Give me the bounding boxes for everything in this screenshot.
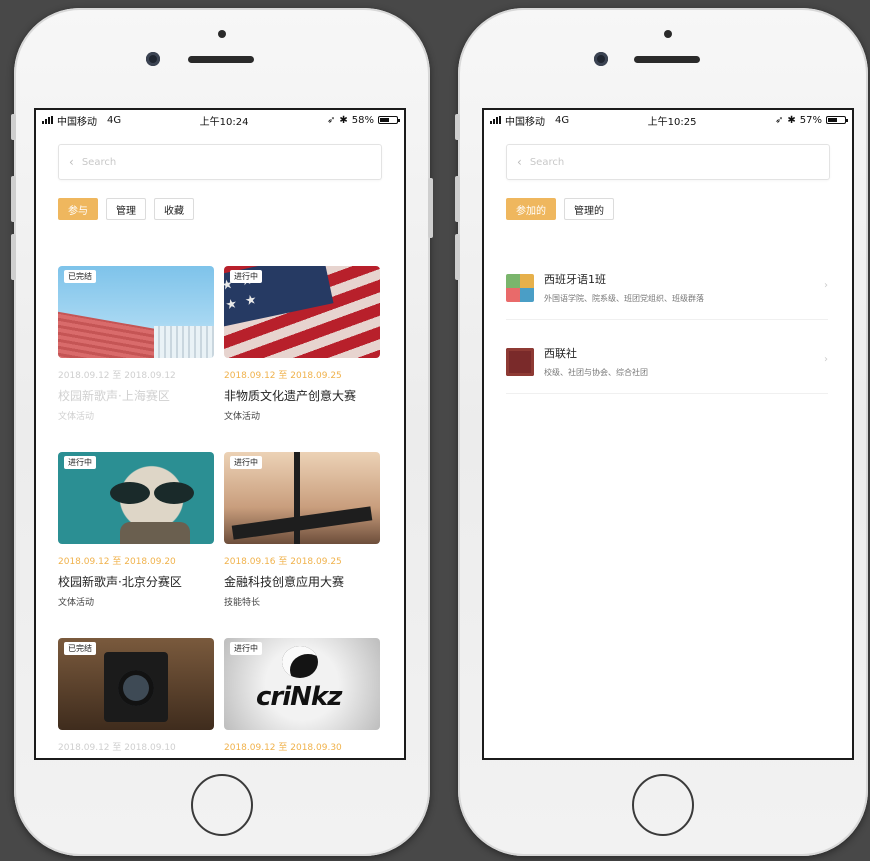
proximity-sensor [218, 30, 226, 38]
activity-category: 文体活动 [224, 412, 261, 422]
activity-image: 已完结 [58, 266, 214, 358]
activity-title: 非物质文化遗产创意大赛 [224, 389, 357, 403]
activity-dates: 2018.09.12 至 2018.09.10 [58, 743, 176, 753]
location-arrow-icon: ➶ [326, 114, 336, 126]
activity-card[interactable]: 已完结 2018.09.12 至 2018.09.10 [58, 638, 214, 758]
tab-bar: 参加的 管理的 [506, 198, 852, 220]
power-button [428, 178, 433, 238]
list-item[interactable]: 西班牙语1班 外国语学院、院系级、班团党组织、班级群落 › [506, 254, 828, 320]
tab-joined[interactable]: 参加的 [506, 198, 556, 220]
bluetooth-icon: ✱ [339, 114, 348, 126]
activity-card[interactable]: 已完结 2018.09.12 至 2018.09.12 校园新歌声·上海赛区 文… [58, 266, 214, 438]
activity-category: 技能特长 [224, 598, 261, 608]
chevron-right-icon: › [824, 354, 828, 365]
avatar [506, 347, 534, 376]
image-wordmark: criNkz [256, 682, 342, 712]
battery-icon [378, 116, 400, 124]
front-camera [146, 52, 160, 66]
activity-title: 金融科技创意应用大赛 [224, 575, 345, 589]
status-badge: 已完结 [64, 270, 96, 283]
activity-image: 进行中 [224, 266, 380, 358]
screen: 中国移动 4G 上午10:25 ➶ ✱ 57% ‹ 参加的 管理的 西班牙语1 [482, 108, 854, 760]
earpiece-speaker [188, 56, 254, 63]
mute-switch [11, 114, 16, 140]
network-label: 4G [555, 114, 570, 126]
signal-icon [42, 116, 53, 124]
activity-image: 进行中 [224, 452, 380, 544]
group-list: 西班牙语1班 外国语学院、院系级、班团党组织、班级群落 › 西联社 校级、社团与… [506, 254, 828, 394]
status-badge: 进行中 [230, 270, 262, 283]
activity-image: 进行中 criNkz [224, 638, 380, 730]
mute-switch [455, 114, 460, 140]
tab-managed[interactable]: 管理的 [564, 198, 614, 220]
group-name: 西班牙语1班 [544, 273, 606, 286]
activity-dates: 2018.09.12 至 2018.09.12 [58, 371, 176, 381]
search-bar[interactable]: ‹ [506, 144, 830, 180]
status-bar: 中国移动 4G 上午10:24 ➶ ✱ 58% [36, 110, 404, 130]
activity-title: 校园新歌声·北京分赛区 [58, 575, 182, 589]
activity-dates: 2018.09.16 至 2018.09.25 [224, 557, 342, 567]
activity-category: 文体活动 [58, 598, 95, 608]
home-button[interactable] [191, 774, 253, 836]
battery-percent: 58% [351, 114, 374, 126]
group-tags: 外国语学院、院系级、班团党组织、班级群落 [544, 294, 704, 303]
activity-dates: 2018.09.12 至 2018.09.25 [224, 371, 342, 381]
activity-dates: 2018.09.12 至 2018.09.20 [58, 557, 176, 567]
signal-icon [490, 116, 501, 124]
volume-down-button [11, 234, 16, 280]
volume-down-button [455, 234, 460, 280]
network-label: 4G [107, 114, 122, 126]
activity-title: 校园新歌声·上海赛区 [58, 389, 170, 403]
tab-manage[interactable]: 管理 [106, 198, 146, 220]
tab-participate[interactable]: 参与 [58, 198, 98, 220]
chevron-right-icon: › [824, 280, 828, 291]
activity-image: 已完结 [58, 638, 214, 730]
tab-bar: 参与 管理 收藏 [58, 198, 404, 220]
volume-up-button [455, 176, 460, 222]
activity-card[interactable]: 进行中 2018.09.12 至 2018.09.20 校园新歌声·北京分赛区 … [58, 452, 214, 624]
battery-percent: 57% [799, 114, 822, 126]
chevron-left-icon[interactable]: ‹ [69, 155, 74, 169]
search-input[interactable] [529, 156, 770, 168]
tab-favorites[interactable]: 收藏 [154, 198, 194, 220]
home-button[interactable] [632, 774, 694, 836]
location-arrow-icon: ➶ [774, 114, 784, 126]
front-camera [594, 52, 608, 66]
activity-dates: 2018.09.12 至 2018.09.30 [224, 743, 342, 753]
volume-up-button [11, 176, 16, 222]
search-input[interactable] [81, 156, 322, 168]
status-badge: 进行中 [230, 642, 262, 655]
activity-image: 进行中 [58, 452, 214, 544]
group-tags: 校级、社团与协会、综合社团 [544, 368, 648, 377]
phone-left: 中国移动 4G 上午10:24 ➶ ✱ 58% ‹ 参与 管理 收藏 已完结 [11, 8, 433, 856]
screen: 中国移动 4G 上午10:24 ➶ ✱ 58% ‹ 参与 管理 收藏 已完结 [34, 108, 406, 760]
proximity-sensor [664, 30, 672, 38]
list-item[interactable]: 西联社 校级、社团与协会、综合社团 › [506, 328, 828, 394]
activity-card[interactable]: 进行中 criNkz 2018.09.12 至 2018.09.30 [224, 638, 380, 758]
status-badge: 已完结 [64, 642, 96, 655]
activity-card[interactable]: 进行中 2018.09.16 至 2018.09.25 金融科技创意应用大赛 技… [224, 452, 380, 624]
carrier-label: 中国移动 [505, 116, 545, 128]
activity-grid: 已完结 2018.09.12 至 2018.09.12 校园新歌声·上海赛区 文… [58, 266, 382, 758]
group-name: 西联社 [544, 347, 577, 360]
avatar [506, 273, 534, 302]
chevron-left-icon[interactable]: ‹ [517, 155, 522, 169]
carrier-label: 中国移动 [57, 116, 97, 128]
activity-category: 文体活动 [58, 412, 95, 422]
phone-right: 中国移动 4G 上午10:25 ➶ ✱ 57% ‹ 参加的 管理的 西班牙语1 [455, 8, 868, 856]
bluetooth-icon: ✱ [787, 114, 796, 126]
clock: 上午10:25 [647, 116, 697, 128]
search-bar[interactable]: ‹ [58, 144, 382, 180]
clock: 上午10:24 [199, 116, 249, 128]
activity-card[interactable]: 进行中 2018.09.12 至 2018.09.25 非物质文化遗产创意大赛 … [224, 266, 380, 438]
status-badge: 进行中 [230, 456, 262, 469]
battery-icon [826, 116, 848, 124]
status-bar: 中国移动 4G 上午10:25 ➶ ✱ 57% [484, 110, 852, 130]
status-badge: 进行中 [64, 456, 96, 469]
earpiece-speaker [634, 56, 700, 63]
